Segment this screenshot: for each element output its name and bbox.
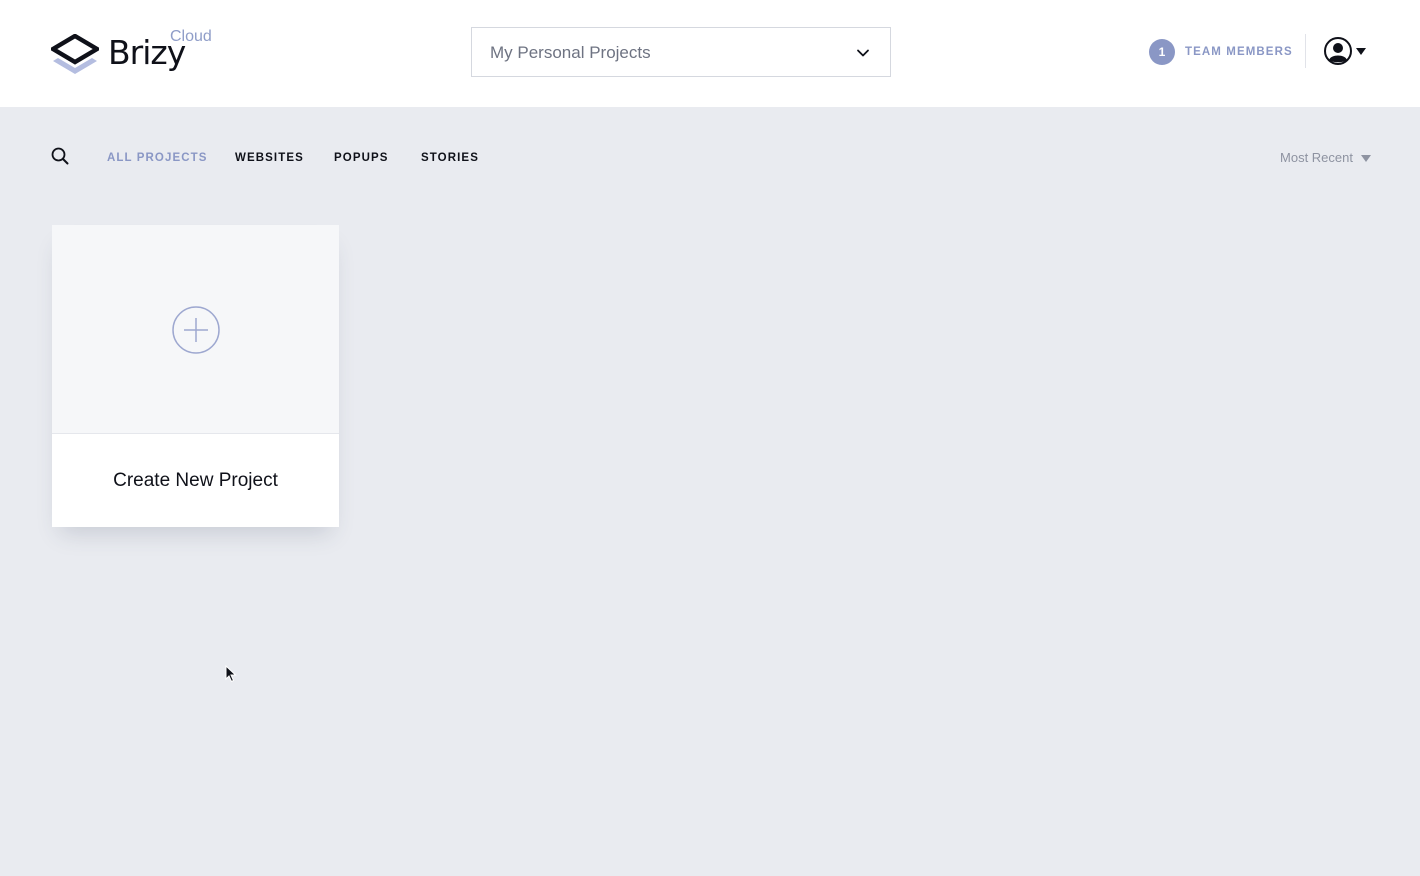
sort-select[interactable]: Most Recent <box>1280 150 1371 166</box>
team-count-badge: 1 <box>1149 39 1175 65</box>
account-menu[interactable] <box>1324 37 1368 67</box>
header-divider <box>1305 34 1306 68</box>
search-icon[interactable] <box>51 147 69 165</box>
tab-popups[interactable]: POPUPS <box>334 151 389 165</box>
tab-stories[interactable]: STORIES <box>421 151 479 165</box>
mouse-cursor-icon <box>225 665 237 683</box>
sort-select-value: Most Recent <box>1280 150 1353 165</box>
create-project-label: Create New Project <box>113 470 278 491</box>
caret-down-icon <box>1361 155 1371 162</box>
create-project-card[interactable]: Create New Project <box>52 225 339 527</box>
team-members-link[interactable]: 1 TEAM MEMBERS <box>1149 39 1292 65</box>
chevron-down-icon <box>857 49 869 57</box>
plus-circle-icon <box>172 306 220 354</box>
tab-all-projects[interactable]: ALL PROJECTS <box>107 151 208 165</box>
top-bar: Brizy Cloud My Personal Projects 1 TEAM … <box>0 0 1420 107</box>
user-avatar-icon <box>1324 37 1352 65</box>
brizy-logo[interactable]: Brizy Cloud <box>51 28 221 78</box>
project-filter-bar: ALL PROJECTS WEBSITES POPUPS STORIES Mos… <box>51 145 1371 171</box>
layers-logo-icon <box>51 34 99 74</box>
logo-cloud-label: Cloud <box>170 28 212 45</box>
project-select-value: My Personal Projects <box>490 43 651 62</box>
project-select[interactable]: My Personal Projects <box>471 27 891 77</box>
card-preview <box>52 225 339 434</box>
team-members-label: TEAM MEMBERS <box>1185 46 1293 58</box>
tab-websites[interactable]: WEBSITES <box>235 151 304 165</box>
caret-down-icon <box>1356 48 1366 55</box>
